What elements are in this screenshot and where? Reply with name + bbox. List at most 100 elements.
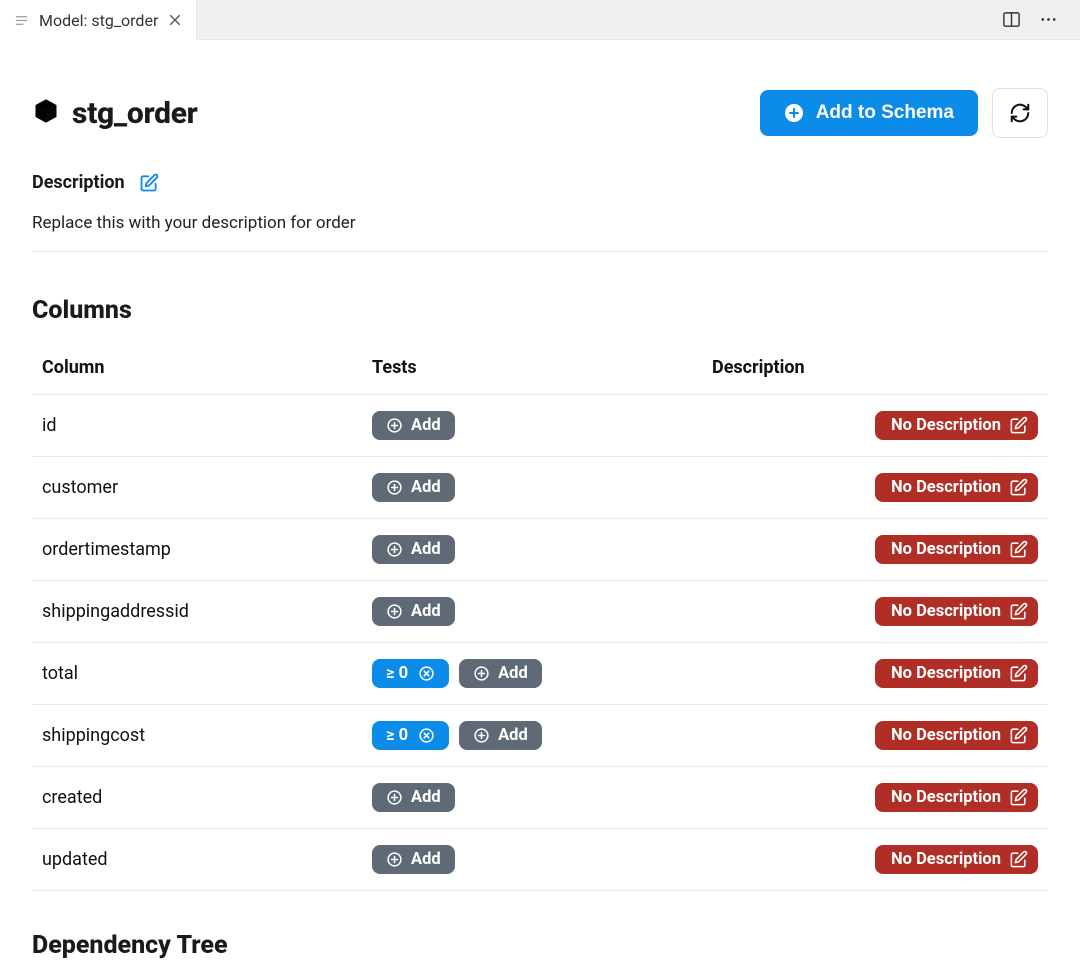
tab-bar: Model: stg_order	[0, 0, 1080, 40]
split-editor-icon[interactable]	[1002, 10, 1021, 29]
refresh-icon	[1009, 102, 1031, 124]
tests-cell: Add	[372, 597, 712, 626]
description-cell: No Description	[712, 411, 1038, 440]
no-description-label: No Description	[891, 602, 1001, 621]
no-description-label: No Description	[891, 726, 1001, 745]
tests-cell: Add	[372, 783, 712, 812]
add-test-button[interactable]: Add	[372, 597, 455, 626]
no-description-chip[interactable]: No Description	[875, 473, 1038, 502]
more-actions-icon[interactable]	[1039, 10, 1058, 29]
no-description-label: No Description	[891, 788, 1001, 807]
table-header: Column Tests Description	[32, 341, 1048, 395]
plus-circle-icon	[386, 479, 403, 496]
table-row: shippingcost ≥ 0 Add No Description	[32, 705, 1048, 767]
file-icon	[14, 13, 29, 28]
edit-icon	[1009, 540, 1028, 559]
tests-cell: ≥ 0 Add	[372, 659, 712, 688]
plus-circle-icon	[386, 541, 403, 558]
no-description-chip[interactable]: No Description	[875, 845, 1038, 874]
add-test-button[interactable]: Add	[372, 473, 455, 502]
column-name: ordertimestamp	[42, 539, 372, 560]
plus-circle-icon	[386, 789, 403, 806]
edit-icon	[1009, 850, 1028, 869]
column-name: id	[42, 415, 372, 436]
add-test-label: Add	[411, 602, 441, 621]
column-name: shippingaddressid	[42, 601, 372, 622]
close-icon[interactable]	[168, 13, 182, 27]
tab-model-stg-order[interactable]: Model: stg_order	[0, 0, 197, 40]
test-chip-label: ≥ 0	[386, 664, 408, 683]
add-test-label: Add	[411, 540, 441, 559]
th-column: Column	[42, 357, 372, 378]
remove-test-icon[interactable]	[418, 665, 435, 682]
column-name: created	[42, 787, 372, 808]
title-right: Add to Schema	[760, 88, 1048, 138]
description-cell: No Description	[712, 473, 1038, 502]
th-description: Description	[712, 357, 1038, 378]
no-description-label: No Description	[891, 416, 1001, 435]
no-description-chip[interactable]: No Description	[875, 721, 1038, 750]
no-description-label: No Description	[891, 664, 1001, 683]
refresh-button[interactable]	[992, 88, 1048, 138]
tabs-right	[1002, 0, 1080, 39]
table-row: total ≥ 0 Add No Description	[32, 643, 1048, 705]
no-description-chip[interactable]: No Description	[875, 783, 1038, 812]
edit-icon	[1009, 664, 1028, 683]
no-description-label: No Description	[891, 850, 1001, 869]
edit-icon	[1009, 602, 1028, 621]
column-name: shippingcost	[42, 725, 372, 746]
add-test-label: Add	[411, 850, 441, 869]
description-cell: No Description	[712, 535, 1038, 564]
add-to-schema-button[interactable]: Add to Schema	[760, 90, 978, 136]
no-description-chip[interactable]: No Description	[875, 597, 1038, 626]
add-test-button[interactable]: Add	[459, 659, 542, 688]
add-test-button[interactable]: Add	[372, 845, 455, 874]
description-cell: No Description	[712, 659, 1038, 688]
add-test-label: Add	[411, 416, 441, 435]
tab-title: Model: stg_order	[39, 11, 158, 30]
plus-circle-icon	[473, 665, 490, 682]
add-test-button[interactable]: Add	[372, 411, 455, 440]
tests-cell: Add	[372, 845, 712, 874]
test-chip-label: ≥ 0	[386, 726, 408, 745]
table-row: id Add No Description	[32, 395, 1048, 457]
plus-circle-icon	[784, 103, 804, 123]
no-description-chip[interactable]: No Description	[875, 535, 1038, 564]
tests-cell: Add	[372, 411, 712, 440]
no-description-label: No Description	[891, 540, 1001, 559]
test-chip-gte-zero[interactable]: ≥ 0	[372, 659, 449, 688]
add-to-schema-label: Add to Schema	[816, 102, 954, 124]
add-test-label: Add	[411, 788, 441, 807]
add-test-label: Add	[498, 664, 528, 683]
description-heading-row: Description	[32, 172, 1048, 193]
no-description-chip[interactable]: No Description	[875, 411, 1038, 440]
column-name: customer	[42, 477, 372, 498]
add-test-button[interactable]: Add	[372, 783, 455, 812]
title-row: stg_order Add to Schema	[32, 88, 1048, 138]
no-description-label: No Description	[891, 478, 1001, 497]
remove-test-icon[interactable]	[418, 727, 435, 744]
description-cell: No Description	[712, 845, 1038, 874]
test-chip-gte-zero[interactable]: ≥ 0	[372, 721, 449, 750]
column-name: total	[42, 663, 372, 684]
th-tests: Tests	[372, 357, 712, 378]
add-test-button[interactable]: Add	[459, 721, 542, 750]
plus-circle-icon	[473, 727, 490, 744]
package-icon	[32, 97, 60, 129]
description-heading: Description	[32, 172, 125, 193]
description-cell: No Description	[712, 783, 1038, 812]
edit-description-icon[interactable]	[139, 173, 159, 193]
add-test-button[interactable]: Add	[372, 535, 455, 564]
no-description-chip[interactable]: No Description	[875, 659, 1038, 688]
page-content: stg_order Add to Schema	[0, 40, 1080, 960]
tests-cell: Add	[372, 473, 712, 502]
columns-table: Column Tests Description id Add No Descrip…	[32, 341, 1048, 891]
edit-icon	[1009, 788, 1028, 807]
tests-cell: Add	[372, 535, 712, 564]
add-test-label: Add	[411, 478, 441, 497]
title-left: stg_order	[32, 96, 198, 131]
add-test-label: Add	[498, 726, 528, 745]
tests-cell: ≥ 0 Add	[372, 721, 712, 750]
plus-circle-icon	[386, 603, 403, 620]
description-cell: No Description	[712, 597, 1038, 626]
